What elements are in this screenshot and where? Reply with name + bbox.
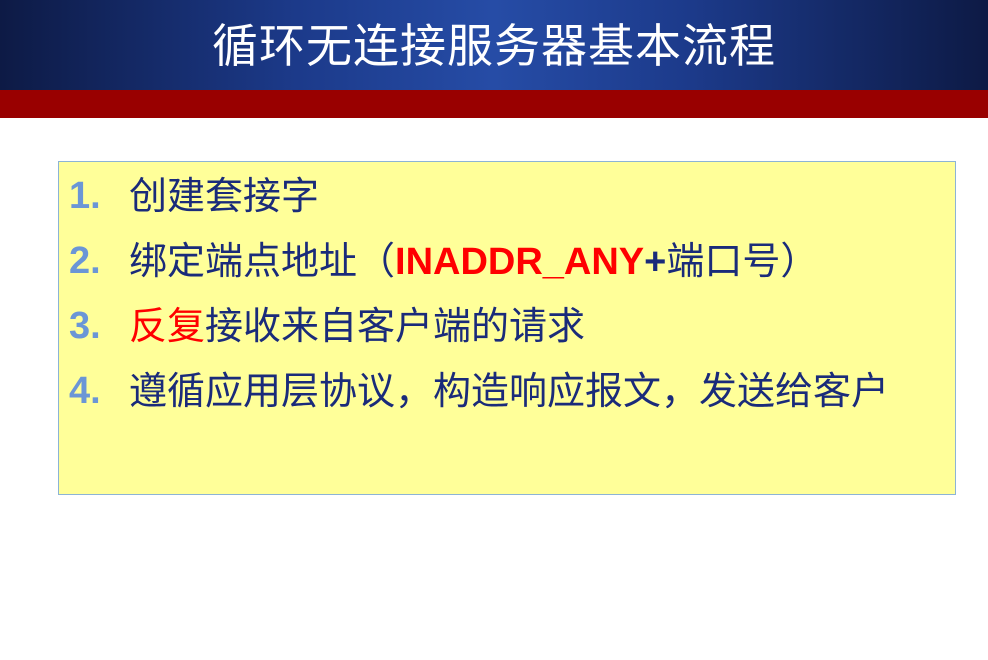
repeat-highlight: 反复 [129,304,206,348]
steps-box: 1. 创建套接字 2. 绑定端点地址（INADDR_ANY+端口号） 3. 反复… [58,161,956,495]
step-text-suffix: 端口号） [666,239,819,283]
inaddr-any-highlight: INADDR_ANY [395,241,645,283]
step-number: 1. [69,175,101,217]
step-number: 4. [69,370,101,412]
step-number: 2. [69,240,101,282]
step-number: 3. [69,305,101,347]
step-text: 遵循应用层协议，构造响应报文，发送给客户 [129,369,890,413]
header-accent-band [0,90,988,118]
plus-sign: + [644,241,667,283]
step-text-prefix: 绑定端点地址（ [129,239,396,283]
step-text: 创建套接字 [129,174,320,218]
step-text-rest: 接收来自客户端的请求 [205,304,586,348]
slide-title: 循环无连接服务器基本流程 [212,19,776,73]
step-text: 反复接收来自客户端的请求 [129,301,954,351]
step-text: 绑定端点地址（INADDR_ANY+端口号） [129,236,954,287]
